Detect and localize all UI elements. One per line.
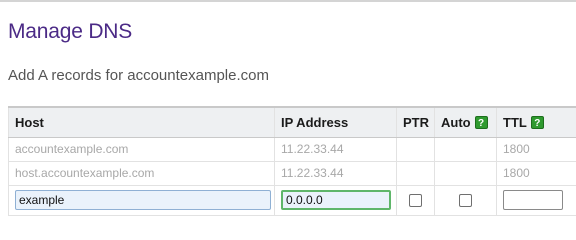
record-ptr-cell	[396, 136, 435, 162]
record-ip: 11.22.33.44	[274, 136, 397, 162]
auto-checkbox[interactable]	[459, 193, 472, 207]
column-header-ttl-label: TTL	[503, 114, 527, 130]
column-header-host-label: Host	[15, 114, 44, 130]
record-ttl: 1800	[496, 136, 576, 162]
dns-records-table: Host IP Address PTR Auto? TTL? accountex…	[8, 106, 576, 216]
new-record-row	[8, 184, 576, 216]
record-auto-cell	[434, 136, 497, 162]
record-host: host.accountexample.com	[8, 160, 275, 186]
auto-help-icon[interactable]: ?	[474, 115, 488, 129]
column-header-auto: Auto?	[434, 106, 497, 138]
column-header-ttl: TTL?	[496, 106, 576, 138]
column-header-ip: IP Address	[274, 106, 397, 138]
record-auto-cell	[434, 160, 497, 186]
new-ptr-cell	[396, 184, 435, 216]
top-border	[0, 0, 576, 2]
new-ttl-cell	[496, 184, 576, 216]
table-row: accountexample.com 11.22.33.44 1800	[8, 136, 576, 162]
table-header-row: Host IP Address PTR Auto? TTL?	[8, 106, 576, 138]
column-header-ptr: PTR	[396, 106, 435, 138]
column-header-auto-label: Auto	[441, 114, 471, 130]
new-host-cell	[8, 184, 275, 216]
page-title: Manage DNS	[8, 20, 133, 43]
new-ip-cell	[274, 184, 397, 216]
new-ttl-input[interactable]	[503, 190, 563, 210]
ptr-checkbox[interactable]	[409, 193, 422, 207]
new-auto-cell	[434, 184, 497, 216]
column-header-ptr-label: PTR	[403, 114, 429, 130]
record-ptr-cell	[396, 160, 435, 186]
table-row: host.accountexample.com 11.22.33.44 1800	[8, 160, 576, 186]
new-ip-input[interactable]	[281, 190, 391, 210]
column-header-host: Host	[8, 106, 275, 138]
record-ip: 11.22.33.44	[274, 160, 397, 186]
new-host-input[interactable]	[15, 190, 271, 210]
page-subtitle: Add A records for accountexample.com	[8, 67, 269, 84]
column-header-ip-label: IP Address	[281, 114, 349, 130]
ttl-help-icon[interactable]: ?	[530, 115, 544, 129]
record-host: accountexample.com	[8, 136, 275, 162]
record-ttl: 1800	[496, 160, 576, 186]
